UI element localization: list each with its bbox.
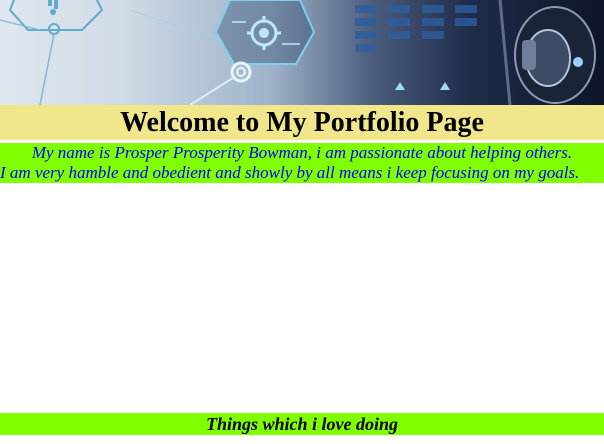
hobbies-heading: Things which i love doing bbox=[205, 414, 399, 434]
title-bar: Welcome to My Portfolio Page bbox=[0, 105, 604, 140]
header-banner-image bbox=[0, 0, 604, 105]
intro-line-2: I am very hamble and obedient and showly… bbox=[0, 163, 580, 182]
page-title: Welcome to My Portfolio Page bbox=[120, 107, 484, 138]
intro-line-1: My name is Prosper Prosperity Bowman, i … bbox=[31, 143, 573, 162]
circuit-graphic bbox=[0, 0, 596, 105]
intro-section: My name is Prosper Prosperity Bowman, i … bbox=[0, 143, 604, 183]
hobbies-section-heading-bar: Things which i love doing bbox=[0, 413, 604, 435]
